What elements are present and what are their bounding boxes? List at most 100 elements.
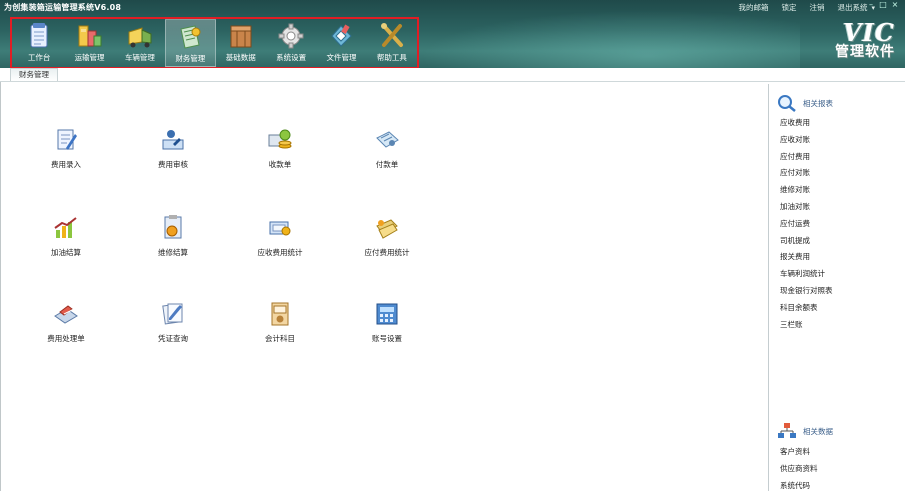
- report-link[interactable]: 应收费用: [780, 115, 833, 132]
- related-reports-title: 相关报表: [803, 98, 833, 108]
- function-label: 费用录入: [51, 160, 81, 169]
- voucher-query-icon: [162, 303, 183, 325]
- data-link[interactable]: 供应商资料: [780, 461, 818, 478]
- window-buttons: – □ ×: [865, 0, 901, 10]
- gear-icon: [278, 23, 304, 49]
- report-link[interactable]: 应付费用: [780, 149, 833, 166]
- report-link[interactable]: 三栏账: [780, 317, 833, 334]
- maximize-button[interactable]: □: [877, 0, 889, 10]
- function-receivable-stats[interactable]: 应收费用统计: [240, 214, 320, 258]
- report-link[interactable]: 应收对账: [780, 132, 833, 149]
- function-grid: 费用录入 费用审核 收款单 付款单 加油结算 维修结算 应收费用统计 应付费用统…: [0, 84, 768, 491]
- toolbar-label: 财务管理: [175, 54, 206, 63]
- logo-vic-text: VIC: [843, 18, 895, 47]
- toolbar-label: 帮助工具: [376, 53, 407, 62]
- related-data-list: 客户资料 供应商资料 系统代码: [780, 444, 818, 491]
- toolbar-basic-data-button[interactable]: 基础数据: [216, 19, 266, 67]
- function-expense-entry[interactable]: 费用录入: [26, 126, 106, 170]
- toolbar-workbench-button[interactable]: 工作台: [14, 19, 64, 67]
- toolbar-label: 系统设置: [276, 53, 307, 62]
- function-label: 账号设置: [372, 334, 402, 343]
- function-voucher-query[interactable]: 凭证查询: [133, 300, 213, 344]
- function-label: 维修结算: [158, 248, 188, 257]
- top-links: 我的邮箱 锁定 注销 退出系统 ▾: [725, 2, 875, 13]
- org-chart-icon: [778, 423, 796, 438]
- payment-icon: [376, 131, 399, 148]
- toolbar-vehicle-button[interactable]: 车辆管理: [115, 19, 165, 67]
- report-link[interactable]: 司机提成: [780, 233, 833, 250]
- function-label: 应付费用统计: [364, 248, 410, 257]
- function-expense-audit[interactable]: 费用审核: [133, 126, 213, 170]
- toolbar-file-button[interactable]: 文件管理: [316, 19, 366, 67]
- function-label: 费用处理单: [47, 334, 85, 343]
- account-settings-icon: [376, 303, 398, 325]
- toolbar-label: 工作台: [27, 53, 51, 62]
- report-link[interactable]: 报关费用: [780, 249, 833, 266]
- finance-icon: [180, 25, 201, 49]
- related-reports-header: 相关报表: [777, 94, 833, 112]
- toolbar-label: 基础数据: [225, 53, 256, 62]
- report-link[interactable]: 车辆利润统计: [780, 266, 833, 283]
- repair-settlement-icon: [164, 215, 182, 239]
- logo-subtitle: 管理软件: [835, 44, 895, 60]
- close-button[interactable]: ×: [889, 0, 901, 10]
- expense-process-icon: [54, 305, 78, 324]
- toolbar-help-tools-button[interactable]: 帮助工具: [367, 19, 417, 67]
- toolbar-label: 文件管理: [326, 53, 357, 62]
- transport-icon: [78, 25, 102, 47]
- function-label: 会计科目: [265, 334, 295, 343]
- logout-link[interactable]: 注销: [809, 2, 824, 13]
- payable-stats-icon: [376, 219, 398, 239]
- report-link[interactable]: 现金银行对照表: [780, 283, 833, 300]
- lock-link[interactable]: 锁定: [781, 2, 796, 13]
- related-data-header: 相关数据: [777, 422, 833, 440]
- tab-strip: 财务管理: [0, 68, 905, 82]
- tab-finance[interactable]: 财务管理: [10, 68, 58, 81]
- function-accounting-subject[interactable]: 会计科目: [240, 300, 320, 344]
- receipt-icon: [268, 129, 292, 149]
- related-data-title: 相关数据: [803, 426, 833, 436]
- toolbar-finance-button[interactable]: 财务管理: [165, 19, 216, 67]
- function-payment[interactable]: 付款单: [347, 126, 427, 170]
- function-repair-settlement[interactable]: 维修结算: [133, 214, 213, 258]
- function-expense-process[interactable]: 费用处理单: [26, 300, 106, 344]
- right-panel: 相关报表 应收费用 应收对账 应付费用 应付对账 维修对账 加油对账 应付运费 …: [768, 84, 905, 491]
- database-icon: [230, 25, 252, 48]
- report-link[interactable]: 加油对账: [780, 199, 833, 216]
- main-toolbar: 工作台 运输管理 车辆管理 财务管理 基础数据 系统设置 文件管理 帮助工具: [10, 17, 419, 68]
- function-payable-stats[interactable]: 应付费用统计: [347, 214, 427, 258]
- exit-link[interactable]: 退出系统: [837, 2, 867, 13]
- tools-icon: [380, 23, 403, 47]
- minimize-button[interactable]: –: [865, 0, 877, 10]
- function-label: 付款单: [375, 160, 399, 169]
- workbench-icon: [30, 23, 48, 48]
- accounting-subject-icon: [271, 302, 289, 326]
- report-link[interactable]: 应付对账: [780, 165, 833, 182]
- report-link[interactable]: 科目余额表: [780, 300, 833, 317]
- receivable-stats-icon: [269, 221, 291, 236]
- header-glow: [420, 10, 800, 68]
- function-label: 凭证查询: [158, 334, 188, 343]
- function-label: 加油结算: [51, 248, 81, 257]
- truck-icon: [128, 27, 152, 48]
- function-fuel-settlement[interactable]: 加油结算: [26, 214, 106, 258]
- function-label: 收款单: [268, 160, 292, 169]
- mailbox-link[interactable]: 我的邮箱: [738, 2, 768, 13]
- data-link[interactable]: 客户资料: [780, 444, 818, 461]
- report-link[interactable]: 维修对账: [780, 182, 833, 199]
- function-account-settings[interactable]: 账号设置: [347, 300, 427, 344]
- toolbar-settings-button[interactable]: 系统设置: [266, 19, 316, 67]
- fuel-settlement-icon: [54, 217, 77, 238]
- related-reports-list: 应收费用 应收对账 应付费用 应付对账 维修对账 加油对账 应付运费 司机提成 …: [780, 115, 833, 333]
- app-header: 为创集装箱运输管理系统V6.08 我的邮箱 锁定 注销 退出系统 ▾ – □ ×…: [0, 0, 905, 68]
- function-receipt[interactable]: 收款单: [240, 126, 320, 170]
- function-label: 费用审核: [158, 160, 188, 169]
- data-link[interactable]: 系统代码: [780, 478, 818, 491]
- search-icon: [778, 95, 796, 112]
- report-link[interactable]: 应付运费: [780, 216, 833, 233]
- toolbar-transport-button[interactable]: 运输管理: [64, 19, 114, 67]
- function-label: 应收费用统计: [257, 248, 303, 257]
- toolbar-label: 运输管理: [74, 53, 105, 62]
- expense-entry-icon: [57, 129, 77, 150]
- file-icon: [331, 24, 353, 47]
